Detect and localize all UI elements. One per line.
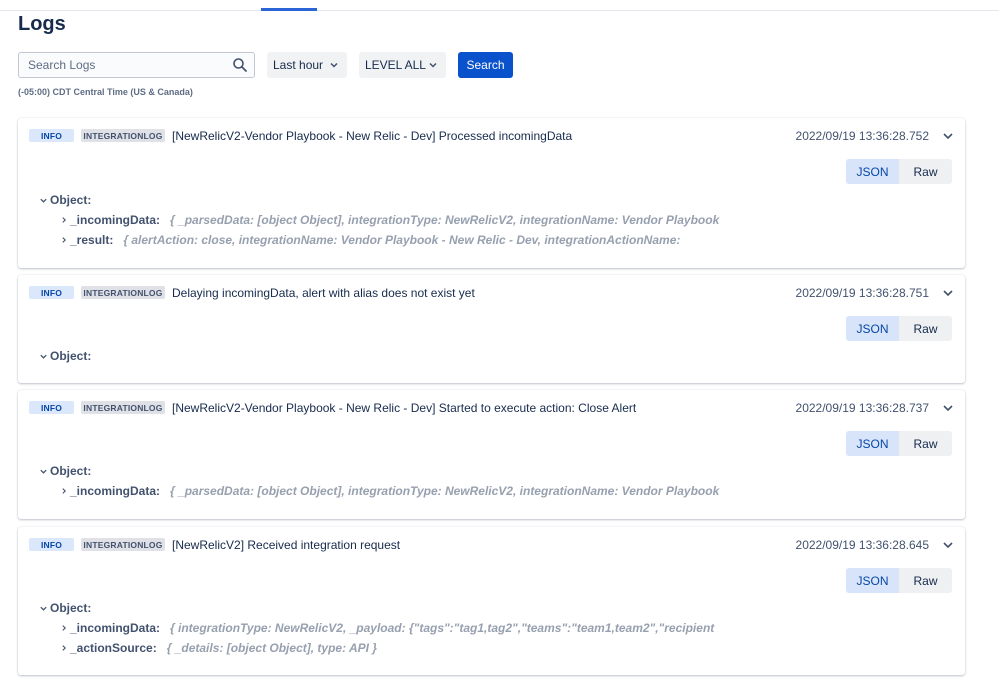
- view-toggle: JSON Raw: [846, 316, 952, 341]
- object-tree-root[interactable]: Object:: [39, 349, 91, 363]
- json-toggle-button[interactable]: JSON: [846, 316, 899, 341]
- raw-toggle-button[interactable]: Raw: [899, 159, 952, 184]
- time-range-label: Last hour: [273, 58, 324, 72]
- search-logs-field[interactable]: [18, 52, 255, 78]
- timezone-note: (-05:00) CDT Central Time (US & Canada): [18, 87, 193, 97]
- property-value: { _details: [object Object], type: API }: [166, 641, 377, 655]
- chevron-right-icon: [62, 237, 66, 243]
- object-tree-root[interactable]: Object:: [39, 464, 91, 478]
- search-logs-input[interactable]: [19, 53, 229, 77]
- active-tab-indicator: [261, 8, 317, 11]
- level-dropdown[interactable]: LEVEL ALL: [359, 52, 446, 78]
- chevron-down-icon: [40, 606, 47, 611]
- log-message: Delaying incomingData, alert with alias …: [172, 286, 475, 300]
- chevron-right-icon: [62, 217, 66, 223]
- log-type-badge: INTEGRATIONLOG: [81, 129, 165, 142]
- level-badge: INFO: [29, 286, 74, 299]
- chevron-right-icon: [62, 488, 66, 494]
- property-key: _result:: [70, 233, 114, 247]
- object-tree-root[interactable]: Object:: [39, 601, 91, 615]
- log-type-badge: INTEGRATIONLOG: [81, 538, 165, 551]
- object-label: Object:: [50, 193, 92, 207]
- time-range-dropdown[interactable]: Last hour: [267, 52, 347, 78]
- expand-chevron-icon[interactable]: [942, 539, 954, 551]
- expand-chevron-icon[interactable]: [942, 287, 954, 299]
- object-property[interactable]: _incomingData: { integrationType: NewRel…: [60, 621, 714, 635]
- property-value: { _parsedData: [object Object], integrat…: [170, 484, 720, 498]
- property-value: { alertAction: close, integrationName: V…: [123, 233, 681, 247]
- object-label: Object:: [50, 349, 92, 363]
- log-entry: INFO INTEGRATIONLOG [NewRelicV2-Vendor P…: [18, 118, 965, 268]
- raw-toggle-button[interactable]: Raw: [899, 431, 952, 456]
- log-timestamp: 2022/09/19 13:36:28.751: [795, 286, 929, 300]
- raw-toggle-button[interactable]: Raw: [899, 568, 952, 593]
- log-entry: INFO INTEGRATIONLOG [NewRelicV2-Vendor P…: [18, 390, 965, 519]
- chevron-right-icon: [62, 645, 66, 651]
- property-key: _incomingData:: [70, 213, 161, 227]
- chevron-down-icon: [40, 354, 47, 359]
- chevron-down-icon: [40, 198, 47, 203]
- view-toggle: JSON Raw: [846, 431, 952, 456]
- top-tab-bar: [0, 0, 999, 11]
- object-property[interactable]: _incomingData: { _parsedData: [object Ob…: [60, 213, 719, 227]
- chevron-right-icon: [62, 625, 66, 631]
- chevron-down-icon: [429, 62, 437, 68]
- object-label: Object:: [50, 464, 92, 478]
- property-key: _incomingData:: [70, 484, 161, 498]
- log-message: [NewRelicV2-Vendor Playbook - New Relic …: [172, 129, 573, 143]
- log-timestamp: 2022/09/19 13:36:28.645: [795, 538, 929, 552]
- object-property[interactable]: _incomingData: { _parsedData: [object Ob…: [60, 484, 719, 498]
- level-badge: INFO: [29, 538, 74, 551]
- property-key: _actionSource:: [70, 641, 157, 655]
- property-value: { _parsedData: [object Object], integrat…: [170, 213, 720, 227]
- object-property[interactable]: _result: { alertAction: close, integrati…: [60, 233, 680, 247]
- level-badge: INFO: [29, 401, 74, 414]
- log-message: [NewRelicV2] Received integration reques…: [172, 538, 401, 552]
- log-timestamp: 2022/09/19 13:36:28.752: [795, 129, 929, 143]
- view-toggle: JSON Raw: [846, 159, 952, 184]
- object-tree-root[interactable]: Object:: [39, 193, 91, 207]
- object-label: Object:: [50, 601, 92, 615]
- chevron-down-icon: [40, 469, 47, 474]
- view-toggle: JSON Raw: [846, 568, 952, 593]
- search-button[interactable]: Search: [458, 52, 513, 78]
- level-badge: INFO: [29, 129, 74, 142]
- json-toggle-button[interactable]: JSON: [846, 568, 899, 593]
- page-title: Logs: [18, 13, 66, 35]
- log-message: [NewRelicV2-Vendor Playbook - New Relic …: [172, 401, 637, 415]
- raw-toggle-button[interactable]: Raw: [899, 316, 952, 341]
- search-icon[interactable]: [232, 57, 248, 73]
- chevron-down-icon: [330, 62, 338, 68]
- log-entry: INFO INTEGRATIONLOG Delaying incomingDat…: [18, 275, 965, 383]
- log-type-badge: INTEGRATIONLOG: [81, 286, 165, 299]
- log-type-badge: INTEGRATIONLOG: [81, 401, 165, 414]
- level-label: LEVEL ALL: [365, 58, 426, 72]
- expand-chevron-icon[interactable]: [942, 130, 954, 142]
- json-toggle-button[interactable]: JSON: [846, 159, 899, 184]
- json-toggle-button[interactable]: JSON: [846, 431, 899, 456]
- property-key: _incomingData:: [70, 621, 161, 635]
- property-value: { integrationType: NewRelicV2, _payload:…: [170, 621, 715, 635]
- expand-chevron-icon[interactable]: [942, 402, 954, 414]
- log-timestamp: 2022/09/19 13:36:28.737: [795, 401, 929, 415]
- log-entry: INFO INTEGRATIONLOG [NewRelicV2] Receive…: [18, 527, 965, 675]
- object-property[interactable]: _actionSource: { _details: [object Objec…: [60, 641, 377, 655]
